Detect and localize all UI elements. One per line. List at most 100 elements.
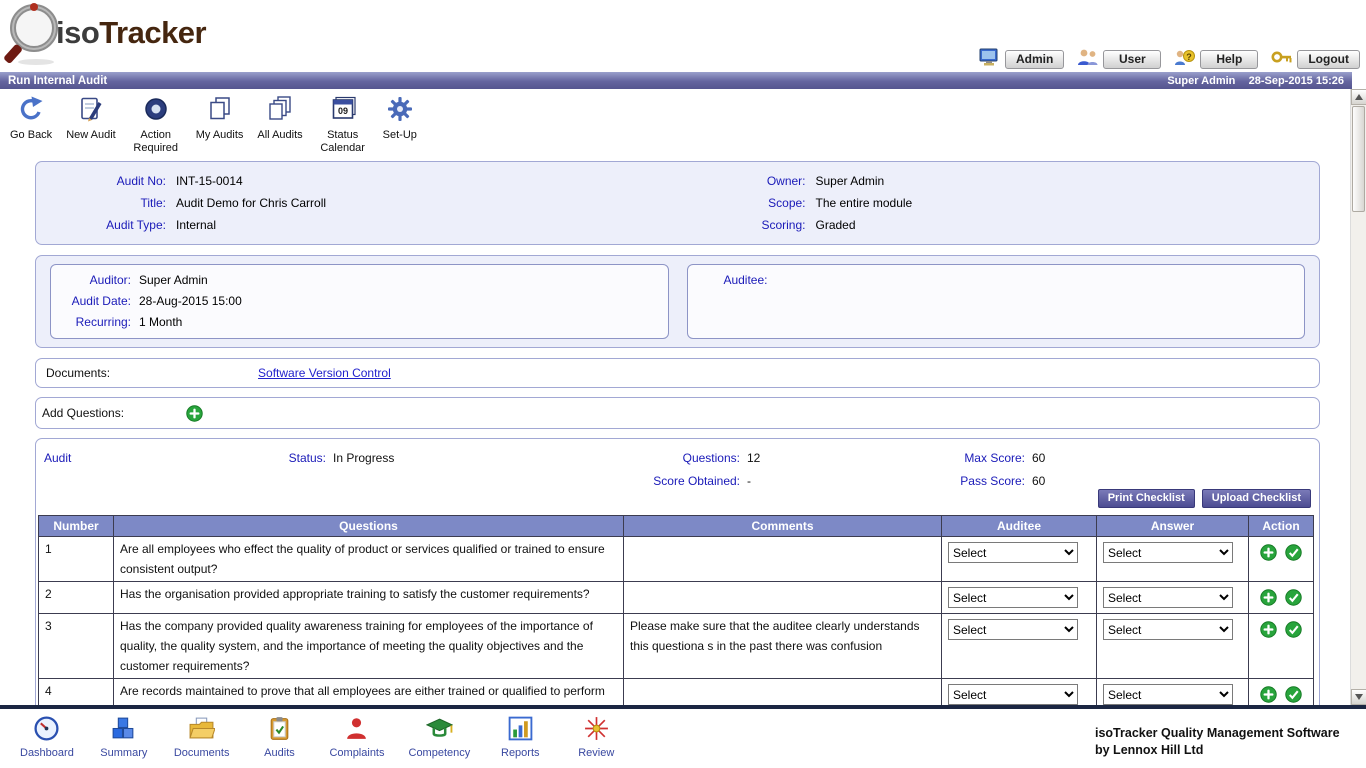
audit-link-group: Audit (44, 451, 78, 465)
nav-item-reports[interactable]: Reports (494, 715, 546, 759)
user-button[interactable]: User (1103, 49, 1162, 69)
scroll-up-button[interactable] (1351, 89, 1366, 105)
field-value: Super Admin (815, 174, 885, 188)
documents-label: Documents: (46, 366, 111, 380)
add-questions-bar: Add Questions: (35, 397, 1320, 429)
nav-item-audits[interactable]: Audits (253, 715, 305, 759)
auditee-select[interactable]: Select (948, 587, 1078, 608)
field-label: Owner: (766, 174, 806, 188)
field-label: Recurring: (75, 315, 131, 329)
vertical-scrollbar[interactable] (1350, 89, 1366, 705)
plus-icon[interactable] (1260, 544, 1278, 562)
table-row: 4 Are records maintained to prove that a… (38, 678, 1314, 705)
print-checklist-button[interactable]: Print Checklist (1097, 489, 1195, 508)
isotracker-logo: isoTracker (4, 0, 207, 71)
audit-link[interactable]: Audit (44, 451, 71, 465)
add-question-plus-icon[interactable] (186, 404, 203, 422)
check-icon[interactable] (1284, 589, 1302, 607)
answer-select[interactable]: Select (1103, 542, 1233, 563)
reports-chart-icon (507, 715, 534, 745)
field-auditor: Auditor: Super Admin (59, 270, 660, 291)
scroll-down-arrow-icon (1355, 694, 1363, 700)
field-label: Scoring: (761, 218, 806, 232)
nav-label: Reports (501, 747, 540, 759)
action-cell (1248, 581, 1314, 614)
auditor-panel: Auditor: Super Admin Audit Date: 28-Aug-… (50, 264, 669, 339)
answer-cell: Select (1096, 678, 1249, 705)
check-icon[interactable] (1284, 686, 1302, 704)
table-row: 1 Are all employees who effect the quali… (38, 536, 1314, 582)
nav-label: Competency (408, 747, 471, 759)
field-label: Audit Type: (106, 218, 166, 232)
auditee-cell: Select (941, 678, 1097, 705)
logout-button[interactable]: Logout (1297, 49, 1360, 69)
auditee-select[interactable]: Select (948, 542, 1078, 563)
score-obtained-group: Score Obtained: - (620, 474, 751, 488)
user-icon (1076, 48, 1100, 70)
answer-select[interactable]: Select (1103, 587, 1233, 608)
question-number: 3 (38, 613, 114, 679)
nav-item-competency[interactable]: Competency (408, 715, 471, 759)
scrollbar-thumb[interactable] (1352, 106, 1365, 212)
field-label: Auditee: (723, 273, 768, 287)
dashboard-icon (33, 715, 60, 745)
parties-panel: Auditor: Super Admin Audit Date: 28-Aug-… (35, 255, 1320, 348)
field-value: INT-15-0014 (176, 174, 243, 188)
calendar-badge: 09 (338, 106, 348, 116)
nav-item-summary[interactable]: Summary (98, 715, 150, 759)
table-row: 3 Has the company provided quality aware… (38, 613, 1314, 679)
auditee-panel: Auditee: (686, 264, 1305, 339)
help-button[interactable]: Help (1200, 49, 1259, 69)
field-label: Audit No: (116, 174, 166, 188)
complaints-icon (343, 715, 370, 745)
col-header-number: Number (38, 515, 114, 537)
audits-clipboard-icon (266, 715, 293, 745)
status-group: Status: In Progress (266, 451, 395, 465)
upload-checklist-button[interactable]: Upload Checklist (1201, 489, 1311, 508)
toolbar-label: All Audits (257, 129, 303, 141)
toolbar-label: Go Back (10, 129, 53, 141)
documents-folder-icon (188, 715, 216, 745)
document-link[interactable]: Software Version Control (258, 366, 391, 380)
toolbar-go-back[interactable]: Go Back (10, 95, 52, 142)
new-audit-icon (77, 95, 105, 126)
answer-select[interactable]: Select (1103, 619, 1233, 640)
questions-table: Number Questions Comments Auditee Answer… (38, 515, 1314, 705)
plus-icon[interactable] (1260, 686, 1278, 704)
check-icon[interactable] (1284, 544, 1302, 562)
logout-button-group: Logout (1270, 48, 1360, 70)
action-cell (1248, 536, 1314, 582)
toolbar-my-audits[interactable]: My Audits (196, 95, 243, 142)
auditee-cell: Select (941, 536, 1097, 582)
question-number: 4 (38, 678, 114, 705)
toolbar-all-audits[interactable]: All Audits (257, 95, 303, 142)
status-label: Status: (288, 451, 326, 465)
field-value: The entire module (815, 196, 913, 210)
nav-label: Dashboard (20, 747, 74, 759)
answer-select[interactable]: Select (1103, 684, 1233, 705)
plus-icon[interactable] (1260, 589, 1278, 607)
plus-icon[interactable] (1260, 621, 1278, 639)
max-score-value: 60 (1032, 451, 1046, 465)
auditee-select[interactable]: Select (948, 684, 1078, 705)
questions-label: Questions: (682, 451, 740, 465)
nav-item-complaints[interactable]: Complaints (329, 715, 385, 759)
audit-toolbar: Go Back New Audit Action Required My Aud… (0, 89, 1350, 154)
admin-button[interactable]: Admin (1005, 49, 1065, 69)
nav-item-documents[interactable]: Documents (174, 715, 229, 759)
max-score-label: Max Score: (964, 451, 1025, 465)
auditee-select[interactable]: Select (948, 619, 1078, 640)
scroll-down-button[interactable] (1351, 689, 1366, 705)
documents-bar: Documents: Software Version Control (35, 358, 1320, 388)
field-value: 1 Month (139, 315, 183, 329)
nav-item-dashboard[interactable]: Dashboard (20, 715, 74, 759)
toolbar-new-audit[interactable]: New Audit (66, 95, 116, 142)
toolbar-set-up[interactable]: Set-Up (383, 95, 417, 142)
nav-item-review[interactable]: Review (570, 715, 622, 759)
toolbar-status-calendar[interactable]: 09 Status Calendar (317, 95, 369, 154)
bottom-nav-items: Dashboard Summary Documents Audits Compl… (20, 715, 622, 759)
toolbar-action-required[interactable]: Action Required (130, 95, 182, 154)
field-auditee: Auditee: (696, 270, 1297, 291)
bottom-nav-bar: Dashboard Summary Documents Audits Compl… (0, 705, 1366, 768)
check-icon[interactable] (1284, 621, 1302, 639)
